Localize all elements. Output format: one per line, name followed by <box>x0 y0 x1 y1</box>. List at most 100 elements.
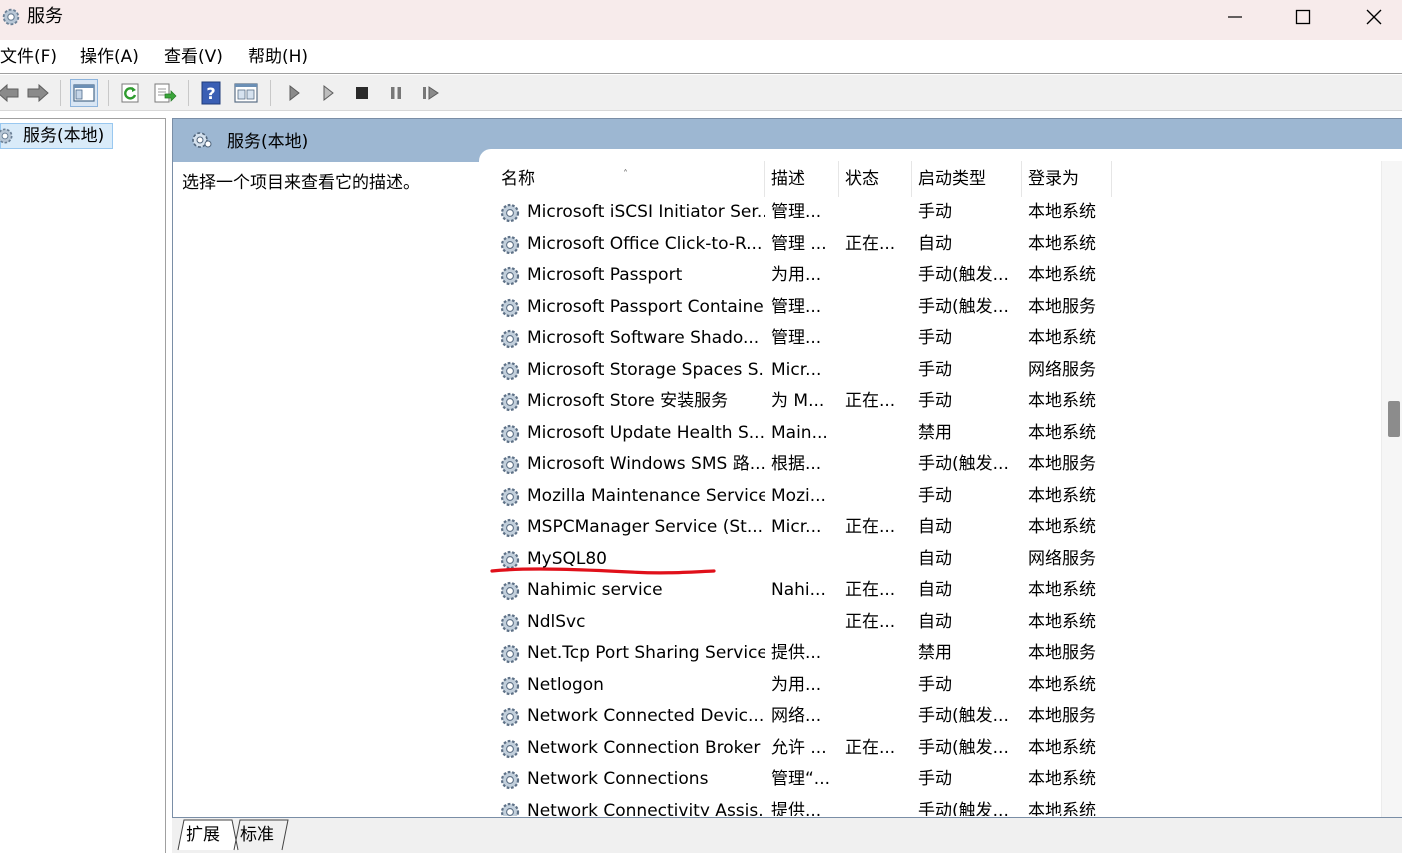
service-name: MSPCManager Service (St... <box>527 517 764 537</box>
menu-view[interactable]: 查看(V) <box>164 46 223 68</box>
service-row[interactable]: Microsoft Passport 为用... 手动(触发... 本地系统 <box>495 260 1383 292</box>
service-status: 正在... <box>845 737 896 758</box>
service-logon-as: 本地系统 <box>1028 202 1096 222</box>
service-row[interactable]: Net.Tcp Port Sharing Service 提供... 禁用 本地服务 <box>495 638 1383 670</box>
export-list-button[interactable] <box>151 79 179 107</box>
refresh-icon <box>121 83 139 103</box>
service-description: Micr... <box>771 517 822 537</box>
service-startup-type: 手动 <box>918 391 952 411</box>
column-header-name[interactable]: ˄ 名称 <box>495 161 765 197</box>
service-logon-as: 本地服务 <box>1028 454 1096 474</box>
service-description: 提供... <box>771 643 822 663</box>
back-button[interactable] <box>0 79 22 107</box>
service-name: Microsoft iSCSI Initiator Ser... <box>527 202 765 222</box>
service-startup-type: 手动 <box>918 485 952 506</box>
refresh-button[interactable] <box>117 79 145 107</box>
column-header-label: 描述 <box>771 169 805 189</box>
service-startup-type: 自动 <box>918 611 952 632</box>
service-row[interactable]: Microsoft Storage Spaces S... Micr... 手动 网络… <box>495 355 1383 387</box>
service-row[interactable]: MySQL80 自动 网络服务 <box>495 544 1383 576</box>
service-row[interactable]: Microsoft Office Click-to-R... 管理 ... 正在..… <box>495 229 1383 261</box>
toolbar-separator <box>60 80 61 106</box>
service-status <box>839 544 912 576</box>
tab-extended[interactable]: 扩展 <box>178 820 228 850</box>
service-description <box>765 607 839 639</box>
maximize-button[interactable] <box>1268 0 1338 34</box>
start-alt-button[interactable] <box>314 79 342 107</box>
menu-bar: 文件(F) 操作(A) 查看(V) 帮助(H) <box>0 40 1402 74</box>
properties-icon <box>234 83 258 103</box>
service-logon-as: 本地系统 <box>1028 674 1096 695</box>
service-description: 管理“... <box>771 769 831 789</box>
service-status <box>839 260 912 292</box>
show-hide-console-tree-button[interactable] <box>70 79 98 107</box>
service-row[interactable]: Network Connected Devic... 网络... 手动(触发... 本… <box>495 701 1383 733</box>
service-row[interactable]: Microsoft Windows SMS 路... 根据... 手动(触发... 本… <box>495 449 1383 481</box>
service-status: 正在... <box>845 611 896 632</box>
service-startup-type: 手动(触发... <box>918 265 1009 285</box>
tree-node-label: 服务(本地) <box>23 126 105 146</box>
properties-button[interactable] <box>232 79 260 107</box>
service-row[interactable]: Network Connectivity Assis... 提供... 手动(触发.… <box>495 796 1383 817</box>
column-header-logon-as[interactable]: 登录为 <box>1022 161 1112 197</box>
service-row[interactable]: Microsoft Store 安装服务 为 M... 正在... 手动 本地系统 <box>495 386 1383 418</box>
start-service-button[interactable] <box>280 79 308 107</box>
service-status: 正在... <box>845 517 896 537</box>
service-startup-type: 自动 <box>918 548 952 569</box>
vertical-scrollbar[interactable] <box>1381 161 1402 817</box>
service-name: Microsoft Update Health S... <box>527 422 765 443</box>
show-hide-console-tree-icon <box>73 84 95 102</box>
scrollbar-thumb[interactable] <box>1388 401 1400 437</box>
service-status <box>839 355 912 387</box>
service-row[interactable]: Microsoft Software Shado... 管理... 手动 本地系统 <box>495 323 1383 355</box>
column-header-status[interactable]: 状态 <box>839 161 912 197</box>
forward-button[interactable] <box>24 79 52 107</box>
service-row[interactable]: Microsoft iSCSI Initiator Ser... 管理... 手动 本… <box>495 197 1383 229</box>
pause-service-button[interactable] <box>382 79 410 107</box>
service-startup-type: 禁用 <box>918 643 952 663</box>
service-row[interactable]: Mozilla Maintenance Service Mozi... 手动 本地系统 <box>495 481 1383 513</box>
service-status <box>839 796 912 817</box>
service-startup-type: 自动 <box>918 517 952 537</box>
service-row[interactable]: Netlogon 为用... 手动 本地系统 <box>495 670 1383 702</box>
service-row[interactable]: Network Connections 管理“... 手动 本地系统 <box>495 764 1383 796</box>
menu-action[interactable]: 操作(A) <box>80 46 139 68</box>
service-row[interactable]: Network Connection Broker 允许 ... 正在... 手动(触… <box>495 733 1383 765</box>
service-name: Microsoft Software Shado... <box>527 328 760 348</box>
service-name: Network Connection Broker <box>527 737 761 758</box>
service-name: MySQL80 <box>527 548 608 569</box>
window-title: 服务 <box>27 6 63 27</box>
service-row[interactable]: Microsoft Update Health S... Main... 禁用 本地系… <box>495 418 1383 450</box>
help-icon: ? <box>201 81 221 105</box>
service-logon-as: 本地系统 <box>1028 265 1096 285</box>
service-logon-as: 本地系统 <box>1028 517 1096 537</box>
service-status: 正在... <box>845 391 896 411</box>
tree-node-services-local[interactable]: 服务(本地) <box>0 123 113 149</box>
service-name: Mozilla Maintenance Service <box>527 485 765 506</box>
service-row[interactable]: NdlSvc 正在... 自动 本地系统 <box>495 607 1383 639</box>
close-button[interactable] <box>1339 0 1402 34</box>
column-header-description[interactable]: 描述 <box>765 161 839 197</box>
service-row[interactable]: MSPCManager Service (St... Micr... 正在... 自动… <box>495 512 1383 544</box>
service-description: 管理... <box>771 202 822 222</box>
column-header-label: 启动类型 <box>918 169 986 189</box>
service-status: 正在... <box>845 580 896 600</box>
service-name: Net.Tcp Port Sharing Service <box>527 643 765 663</box>
help-button[interactable]: ? <box>197 79 225 107</box>
pane-title: 服务(本地) <box>227 132 309 152</box>
menu-help[interactable]: 帮助(H) <box>248 46 308 68</box>
stop-service-button[interactable] <box>348 79 376 107</box>
services-gear-icon <box>0 128 13 144</box>
minimize-button[interactable] <box>1200 0 1270 34</box>
service-status <box>839 481 912 513</box>
pane-header: 服务(本地) <box>173 119 1402 162</box>
service-description: 提供... <box>771 800 822 817</box>
resume-service-button[interactable] <box>417 79 445 107</box>
service-status <box>839 323 912 355</box>
service-row[interactable]: Microsoft Passport Container 管理... 手动(触发..… <box>495 292 1383 324</box>
menu-file[interactable]: 文件(F) <box>0 46 57 68</box>
service-row[interactable]: Nahimic service Nahi... 正在... 自动 本地系统 <box>495 575 1383 607</box>
service-description: Main... <box>771 422 828 443</box>
tab-standard[interactable]: 标准 <box>232 820 282 850</box>
column-header-startup-type[interactable]: 启动类型 <box>912 161 1022 197</box>
